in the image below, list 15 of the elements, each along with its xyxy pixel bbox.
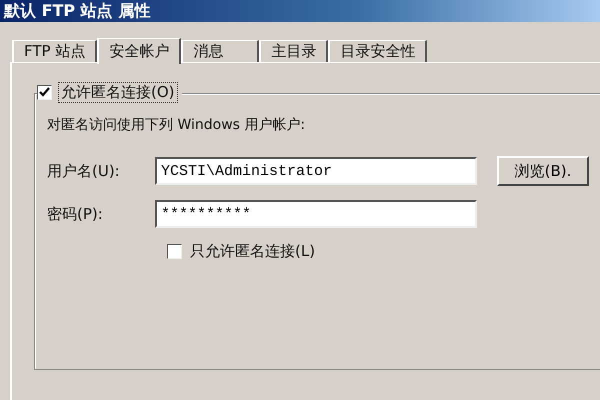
username-label: 用户名(U):	[47, 162, 121, 180]
checkmark-icon	[39, 87, 50, 98]
tab[interactable]: 目录安全性	[328, 40, 428, 62]
password-field[interactable]: **********	[155, 200, 477, 228]
window-title: 默认 FTP 站点 属性	[4, 0, 150, 22]
username-field[interactable]: YCSTI\Administrator	[155, 157, 477, 185]
description-text: 对匿名访问使用下列 Windows 用户帐户:	[47, 116, 306, 134]
tab[interactable]: 主目录	[259, 40, 328, 62]
tab[interactable]: 消息	[181, 40, 260, 62]
tab[interactable]: 安全帐户	[97, 38, 182, 64]
password-label: 密码(P):	[47, 204, 104, 224]
allow-anonymous-checkbox[interactable]: 允许匿名连接(O)	[37, 82, 182, 103]
browse-button[interactable]: 浏览(B).	[497, 156, 589, 186]
anonymous-only-checkbox[interactable]: 只允许匿名连接(L)	[167, 242, 600, 261]
tab[interactable]: FTP 站点	[12, 40, 98, 62]
